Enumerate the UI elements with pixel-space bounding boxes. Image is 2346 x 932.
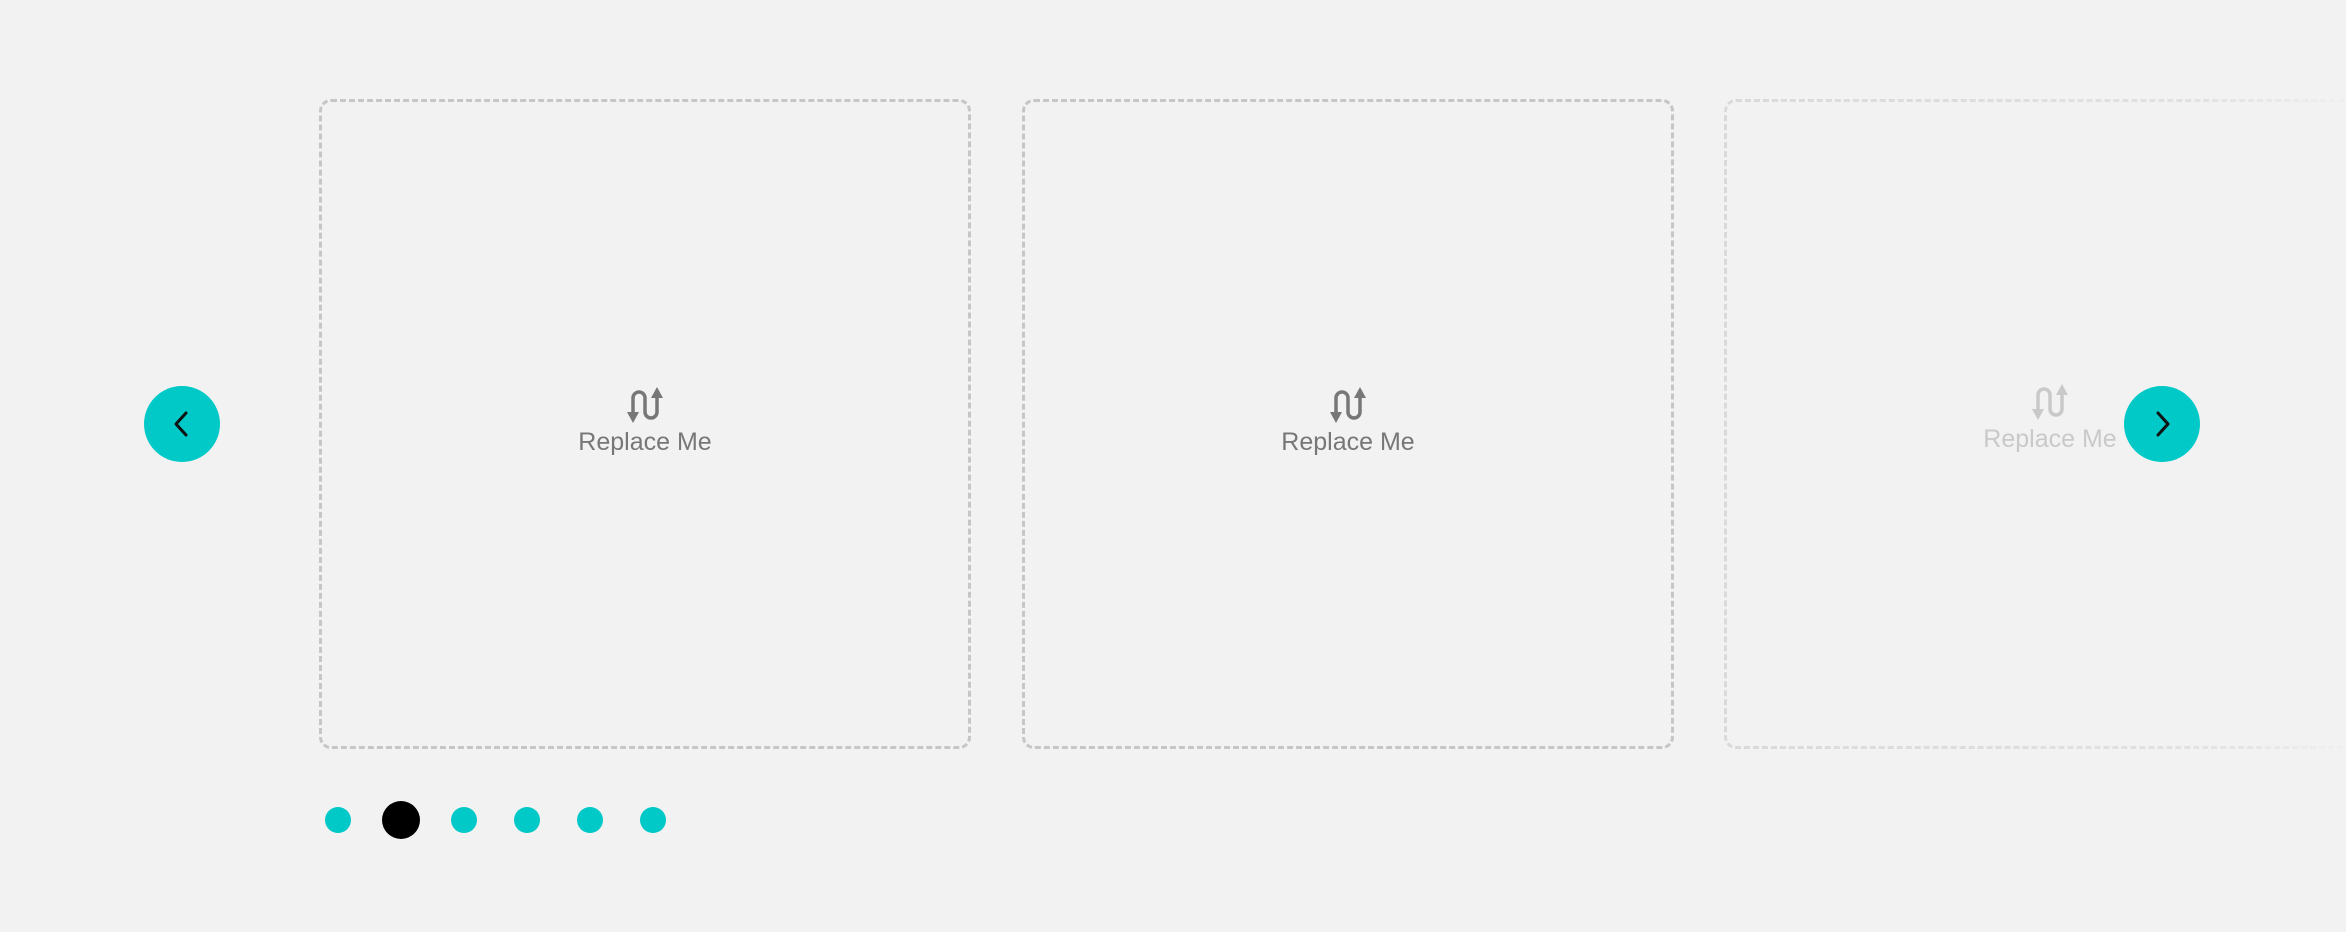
slide-label: Replace Me [578, 428, 712, 456]
pagination-dot[interactable] [325, 807, 351, 833]
carousel-slide[interactable]: Replace Me [319, 99, 971, 749]
carousel-slide-partial[interactable]: Replace Me [1724, 99, 2346, 749]
swap-vertical-icon [2032, 384, 2068, 420]
slide-placeholder: Replace Me [1724, 384, 2346, 454]
swap-vertical-icon [1330, 387, 1366, 423]
pagination-dot-active[interactable] [382, 801, 420, 839]
slide-label: Replace Me [1983, 425, 2117, 453]
slide-label: Replace Me [1281, 428, 1415, 456]
slide-placeholder: Replace Me [1025, 387, 1671, 457]
pagination-dots [325, 800, 675, 840]
pagination-dot[interactable] [577, 807, 603, 833]
pagination-dot[interactable] [451, 807, 477, 833]
slide-placeholder: Replace Me [322, 387, 968, 457]
next-slide-button[interactable] [2124, 386, 2200, 462]
prev-slide-button[interactable] [144, 386, 220, 462]
pagination-dot[interactable] [514, 807, 540, 833]
swap-vertical-icon [627, 387, 663, 423]
carousel-slide[interactable]: Replace Me [1022, 99, 1674, 749]
pagination-dot[interactable] [640, 807, 666, 833]
chevron-left-icon [174, 411, 188, 437]
chevron-right-icon [2156, 411, 2170, 437]
